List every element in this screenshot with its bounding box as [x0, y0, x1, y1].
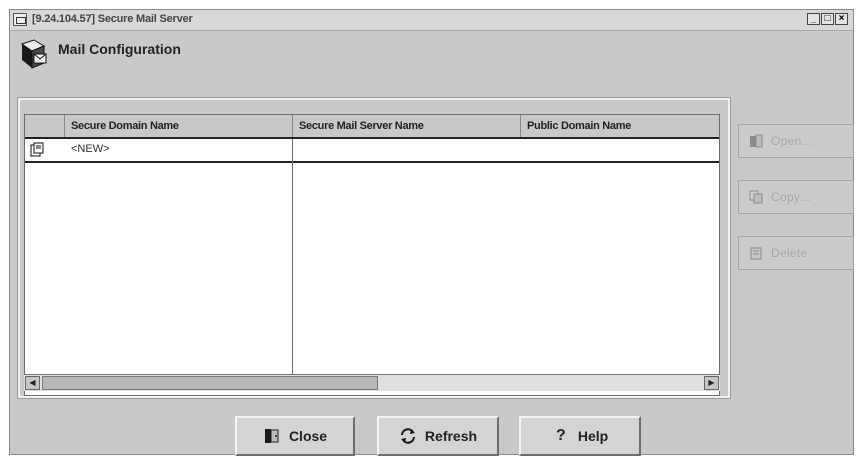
scroll-right-button[interactable]: ▶ — [704, 376, 719, 390]
open-button-label: Open... — [771, 134, 813, 148]
copy-button-label: Copy... — [771, 190, 811, 204]
help-button[interactable]: ? Help — [519, 416, 641, 456]
column-header-secure-domain-name[interactable]: Secure Domain Name — [65, 115, 293, 137]
scrollbar-thumb[interactable] — [42, 376, 378, 390]
column-divider — [292, 139, 293, 375]
refresh-button-label: Refresh — [424, 428, 478, 444]
help-button-label: Help — [577, 428, 609, 444]
page-header: Mail Configuration — [18, 38, 418, 74]
window-title: [9.24.104.57] Secure Mail Server — [32, 13, 193, 25]
column-header-icon[interactable] — [25, 115, 65, 137]
open-button[interactable]: Open... — [738, 124, 854, 158]
close-button-label: Close — [288, 428, 328, 444]
delete-button[interactable]: Delete — [738, 236, 854, 270]
close-button[interactable]: Close — [235, 416, 355, 456]
cell-secure-domain-name: <NEW> — [71, 143, 110, 155]
title-bar: [9.24.104.57] Secure Mail Server _ □ × — [10, 10, 853, 31]
refresh-icon — [400, 428, 415, 444]
system-menu-icon[interactable] — [13, 13, 27, 26]
minimize-button[interactable]: _ — [807, 13, 820, 25]
column-header-secure-mail-server-name[interactable]: Secure Mail Server Name — [293, 115, 521, 137]
open-icon — [750, 134, 763, 148]
scroll-left-button[interactable]: ◀ — [25, 376, 40, 390]
column-header-public-domain-name[interactable]: Public Domain Name — [521, 115, 721, 137]
refresh-button[interactable]: Refresh — [377, 416, 499, 456]
domains-table[interactable]: Secure Domain Name Secure Mail Server Na… — [24, 114, 720, 396]
close-door-icon — [264, 429, 279, 443]
copy-button[interactable]: Copy... — [738, 180, 854, 214]
close-window-button[interactable]: × — [835, 13, 848, 25]
mail-server-icon — [20, 39, 47, 69]
help-icon: ? — [555, 427, 566, 444]
maximize-button[interactable]: □ — [821, 13, 834, 25]
table-header: Secure Domain Name Secure Mail Server Na… — [25, 115, 719, 139]
page-title: Mail Configuration — [58, 41, 181, 57]
new-document-icon — [30, 142, 44, 157]
table-row[interactable]: <NEW> — [25, 139, 719, 163]
secure-mail-server-window: [9.24.104.57] Secure Mail Server _ □ × M… — [9, 9, 854, 456]
delete-icon — [750, 247, 762, 260]
horizontal-scrollbar[interactable]: ◀ ▶ — [24, 374, 720, 391]
window-controls: _ □ × — [807, 13, 848, 25]
delete-button-label: Delete — [771, 246, 808, 260]
copy-icon — [749, 190, 763, 204]
